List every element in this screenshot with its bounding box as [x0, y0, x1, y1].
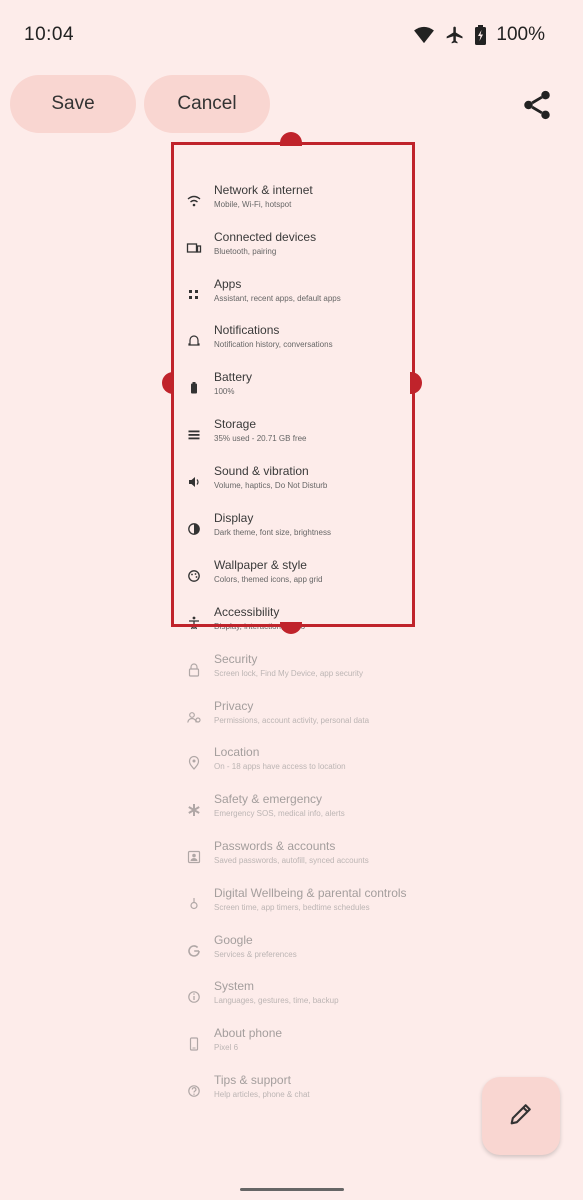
settings-item-title: About phone	[214, 1026, 283, 1040]
privacy-icon	[186, 709, 202, 725]
battery-percentage: 100%	[496, 24, 545, 45]
settings-item: Privacy Permissions, account activity, p…	[0, 699, 583, 745]
settings-item-subtitle: Screen time, app timers, bedtime schedul…	[214, 903, 370, 912]
settings-item-title: Tips & support	[214, 1073, 291, 1087]
airplane-mode-icon	[445, 25, 465, 45]
settings-item-title: Google	[214, 933, 253, 947]
settings-item-subtitle: On - 18 apps have access to location	[214, 762, 346, 771]
status-time: 10:04	[24, 24, 75, 45]
status-bar: 10:04 100%	[0, 0, 583, 70]
pencil-icon	[507, 1100, 535, 1133]
settings-item-title: Digital Wellbeing & parental controls	[214, 886, 407, 900]
settings-item-subtitle: Services & preferences	[214, 950, 297, 959]
share-icon	[520, 90, 554, 126]
settings-item-title: Security	[214, 652, 258, 666]
settings-item-title: Privacy	[214, 699, 254, 713]
settings-item-subtitle: Saved passwords, autofill, synced accoun…	[214, 856, 369, 865]
lock-icon	[186, 662, 202, 678]
settings-item: About phone Pixel 6	[0, 1026, 583, 1072]
crop-handle-top[interactable]	[280, 132, 302, 146]
settings-item-title: System	[214, 979, 255, 993]
settings-item-title: Safety & emergency	[214, 792, 323, 806]
battery-status-icon	[475, 25, 487, 45]
save-button[interactable]: Save	[10, 75, 136, 133]
phone-icon	[186, 1036, 202, 1052]
settings-item-subtitle: Help articles, phone & chat	[214, 1090, 310, 1099]
settings-item: Location On - 18 apps have access to loc…	[0, 745, 583, 791]
google-icon	[186, 943, 202, 959]
edit-button[interactable]	[482, 1077, 560, 1155]
settings-item-subtitle: Permissions, account activity, personal …	[214, 716, 370, 725]
wifi-status-icon	[413, 26, 435, 44]
settings-item: Safety & emergency Emergency SOS, medica…	[0, 792, 583, 838]
settings-item: Google Services & preferences	[0, 933, 583, 979]
account-icon	[186, 849, 202, 865]
settings-item: System Languages, gestures, time, backup	[0, 979, 583, 1025]
crop-selection-box[interactable]	[171, 142, 415, 627]
home-indicator[interactable]	[240, 1188, 344, 1191]
wellbeing-icon	[186, 896, 202, 912]
settings-item-subtitle: Screen lock, Find My Device, app securit…	[214, 669, 363, 678]
settings-item-subtitle: Emergency SOS, medical info, alerts	[214, 809, 345, 818]
status-icons: 100%	[413, 24, 545, 46]
location-icon	[186, 755, 202, 771]
settings-item: Security Screen lock, Find My Device, ap…	[0, 652, 583, 698]
help-icon	[186, 1083, 202, 1099]
settings-item-title: Location	[214, 745, 260, 759]
settings-item-subtitle: Pixel 6	[214, 1043, 239, 1052]
settings-item: Digital Wellbeing & parental controls Sc…	[0, 886, 583, 932]
cancel-button[interactable]: Cancel	[144, 75, 270, 133]
emergency-icon	[186, 802, 202, 818]
settings-item-subtitle: Languages, gestures, time, backup	[214, 996, 339, 1005]
settings-item-title: Passwords & accounts	[214, 839, 336, 853]
settings-item: Passwords & accounts Saved passwords, au…	[0, 839, 583, 885]
share-button[interactable]	[520, 88, 554, 122]
system-icon	[186, 989, 202, 1005]
